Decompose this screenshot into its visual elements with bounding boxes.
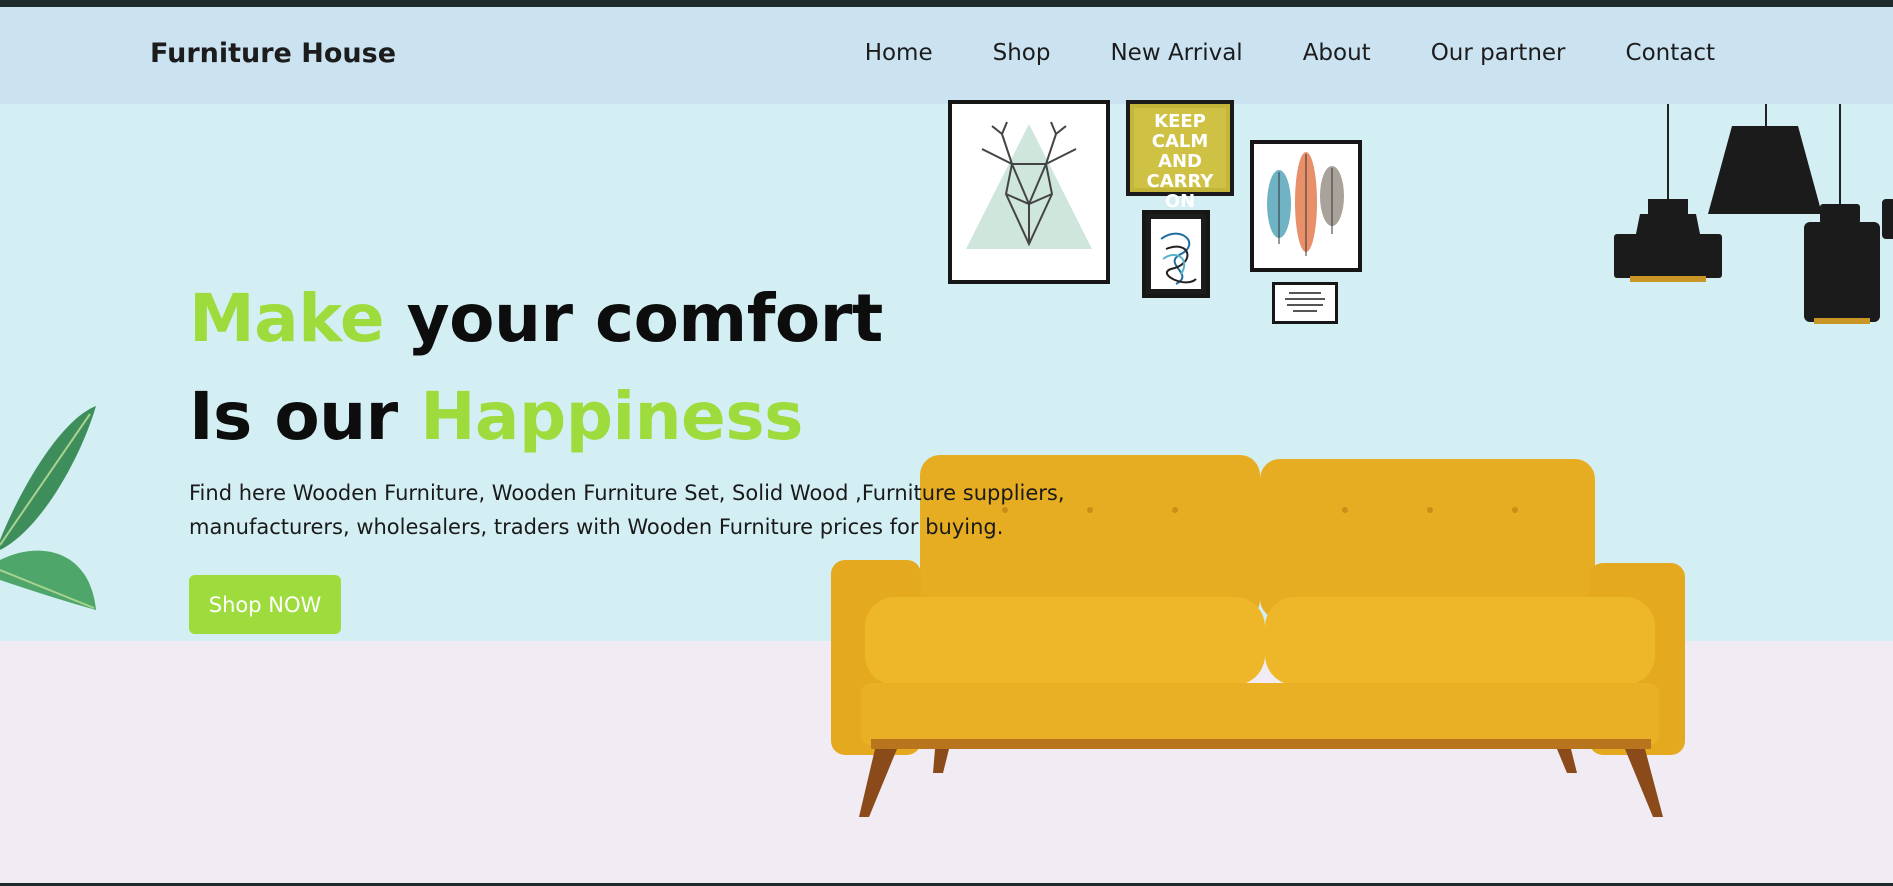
nav-item-about[interactable]: About <box>1303 40 1371 66</box>
keep-calm-frame: KEEP CALM AND CARRY ON <box>1126 100 1234 212</box>
keep-calm-text: KEEP CALM AND CARRY ON <box>1134 108 1226 212</box>
hero-headline-line2: Is our Happiness <box>189 378 803 455</box>
feathers-icon <box>1267 152 1344 256</box>
hero-headline-line1: Make your comfort <box>189 280 883 357</box>
scribble-art-icon <box>1160 232 1197 285</box>
main-nav: Home Shop New Arrival About Our partner … <box>805 40 1715 66</box>
headline-rest-1: your comfort <box>384 280 884 357</box>
brand-logo[interactable]: Furniture House <box>150 38 396 69</box>
nav-item-new-arrival[interactable]: New Arrival <box>1110 40 1242 66</box>
top-border <box>0 0 1893 7</box>
headline-start-2: Is our <box>189 378 421 455</box>
navbar: Furniture House Home Shop New Arrival Ab… <box>0 7 1893 104</box>
feathers-frame <box>1250 140 1362 272</box>
deer-frame-art <box>948 100 1110 284</box>
nav-item-our-partner[interactable]: Our partner <box>1431 40 1566 66</box>
shop-now-button[interactable]: Shop NOW <box>189 575 341 634</box>
pendant-lamps-illustration <box>1614 104 1893 324</box>
headline-accent-happiness: Happiness <box>420 378 803 455</box>
deer-icon <box>966 121 1092 249</box>
plant-leaves-illustration <box>0 406 96 610</box>
nav-item-contact[interactable]: Contact <box>1626 40 1715 66</box>
quote-text-icon <box>1285 292 1325 312</box>
scribble-frame <box>1142 210 1210 298</box>
nav-item-shop[interactable]: Shop <box>993 40 1051 66</box>
hero-description: Find here Wooden Furniture, Wooden Furni… <box>189 481 1065 539</box>
quote-frame <box>1272 282 1338 324</box>
nav-item-home[interactable]: Home <box>865 40 933 66</box>
headline-accent-make: Make <box>189 280 385 357</box>
